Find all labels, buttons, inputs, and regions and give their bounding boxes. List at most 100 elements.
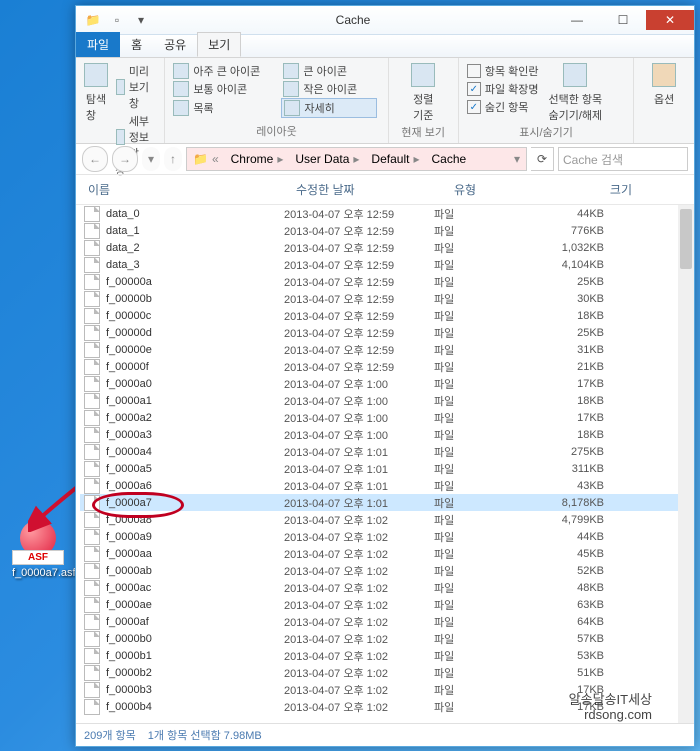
sort-button[interactable]: 정렬 기준	[395, 62, 452, 124]
address-bar[interactable]: 📁« Chrome▸ User Data▸ Default▸ Cache ▾	[186, 147, 527, 171]
file-date: 2013-04-07 오후 1:02	[284, 546, 434, 562]
file-row[interactable]: f_00000b2013-04-07 오후 12:59파일30KB	[80, 290, 690, 307]
file-row[interactable]: f_0000b12013-04-07 오후 1:02파일53KB	[80, 647, 690, 664]
file-date: 2013-04-07 오후 1:01	[284, 461, 434, 477]
file-name: data_2	[106, 242, 140, 254]
folder-icon[interactable]: 📁	[82, 10, 104, 30]
file-row[interactable]: f_0000aa2013-04-07 오후 1:02파일45KB	[80, 545, 690, 562]
header-name[interactable]: 이름	[84, 179, 292, 200]
qat-icon[interactable]: ▫	[106, 10, 128, 30]
file-row[interactable]: f_0000a52013-04-07 오후 1:01파일311KB	[80, 460, 690, 477]
header-date[interactable]: 수정한 날짜	[292, 179, 450, 200]
layout-xlarge[interactable]: 아주 큰 아이콘	[171, 62, 281, 80]
file-row[interactable]: f_0000a72013-04-07 오후 1:01파일8,178KB	[80, 494, 690, 511]
file-row[interactable]: f_00000f2013-04-07 오후 12:59파일21KB	[80, 358, 690, 375]
file-row[interactable]: f_0000a92013-04-07 오후 1:02파일44KB	[80, 528, 690, 545]
file-list[interactable]: data_02013-04-07 오후 12:59파일44KBdata_1201…	[76, 205, 694, 723]
file-type: 파일	[434, 529, 494, 545]
close-button[interactable]: ✕	[646, 10, 694, 30]
file-size: 4,104KB	[494, 259, 604, 271]
file-name: f_00000e	[106, 344, 152, 356]
file-type: 파일	[434, 682, 494, 698]
file-size: 44KB	[494, 208, 604, 220]
header-size[interactable]: 크기	[518, 179, 636, 200]
file-row[interactable]: f_0000a22013-04-07 오후 1:00파일17KB	[80, 409, 690, 426]
ribbon-tabs: 파일 홈 공유 보기	[76, 35, 694, 58]
bc-cache[interactable]: Cache	[425, 148, 472, 170]
file-type: 파일	[434, 665, 494, 681]
file-icon	[84, 682, 100, 698]
file-row[interactable]: f_00000d2013-04-07 오후 12:59파일25KB	[80, 324, 690, 341]
up-button[interactable]: ↑	[164, 147, 182, 171]
hide-selected-button[interactable]: 선택한 항목 숨기기/해제	[547, 62, 605, 124]
options-button[interactable]: 옵션	[640, 62, 688, 108]
file-row[interactable]: data_22013-04-07 오후 12:59파일1,032KB	[80, 239, 690, 256]
file-row[interactable]: data_12013-04-07 오후 12:59파일776KB	[80, 222, 690, 239]
tab-file[interactable]: 파일	[76, 32, 120, 57]
file-type: 파일	[434, 274, 494, 290]
file-date: 2013-04-07 오후 1:02	[284, 665, 434, 681]
file-row[interactable]: f_0000af2013-04-07 오후 1:02파일64KB	[80, 613, 690, 630]
search-input[interactable]: Cache 검색	[558, 147, 688, 171]
history-dropdown[interactable]: ▾	[142, 147, 160, 171]
file-row[interactable]: f_0000a82013-04-07 오후 1:02파일4,799KB	[80, 511, 690, 528]
refresh-button[interactable]: ⟳	[531, 147, 554, 171]
file-row[interactable]: f_0000a02013-04-07 오후 1:00파일17KB	[80, 375, 690, 392]
file-icon	[84, 342, 100, 358]
desktop-file-icon[interactable]: ASF f_0000a7.asf	[12, 520, 64, 579]
scrollbar[interactable]	[678, 205, 694, 723]
layout-large[interactable]: 큰 아이콘	[281, 62, 375, 80]
file-row[interactable]: f_0000a42013-04-07 오후 1:01파일275KB	[80, 443, 690, 460]
file-icon	[84, 274, 100, 290]
file-name: f_0000ac	[106, 582, 151, 594]
file-row[interactable]: f_0000a32013-04-07 오후 1:00파일18KB	[80, 426, 690, 443]
file-size: 17KB	[494, 378, 604, 390]
bc-chrome[interactable]: Chrome▸	[225, 148, 290, 170]
preview-pane-button[interactable]: 미리 보기 창	[114, 62, 158, 112]
address-dropdown-icon[interactable]: ▾	[508, 152, 526, 166]
layout-medium[interactable]: 보통 아이콘	[171, 80, 281, 98]
file-row[interactable]: f_00000e2013-04-07 오후 12:59파일31KB	[80, 341, 690, 358]
qat-dropdown-icon[interactable]: ▾	[130, 10, 152, 30]
file-name: f_0000a6	[106, 480, 152, 492]
file-name: f_00000f	[106, 361, 149, 373]
file-row[interactable]: f_0000b22013-04-07 오후 1:02파일51KB	[80, 664, 690, 681]
file-type: 파일	[434, 512, 494, 528]
file-row[interactable]: f_0000a12013-04-07 오후 1:00파일18KB	[80, 392, 690, 409]
file-row[interactable]: f_0000a62013-04-07 오후 1:01파일43KB	[80, 477, 690, 494]
bc-userdata[interactable]: User Data▸	[289, 148, 365, 170]
file-row[interactable]: f_0000ab2013-04-07 오후 1:02파일52KB	[80, 562, 690, 579]
file-row[interactable]: data_32013-04-07 오후 12:59파일4,104KB	[80, 256, 690, 273]
forward-button[interactable]: →	[112, 146, 138, 172]
checkboxes-toggle[interactable]: 항목 확인란	[465, 62, 541, 80]
file-row[interactable]: f_00000c2013-04-07 오후 12:59파일18KB	[80, 307, 690, 324]
tab-home[interactable]: 홈	[120, 32, 153, 57]
layout-details[interactable]: 자세히	[281, 98, 377, 118]
file-row[interactable]: data_02013-04-07 오후 12:59파일44KB	[80, 205, 690, 222]
nav-bar: ← → ▾ ↑ 📁« Chrome▸ User Data▸ Default▸ C…	[76, 144, 694, 175]
layout-small[interactable]: 작은 아이콘	[281, 80, 375, 98]
tab-view[interactable]: 보기	[197, 32, 241, 57]
tab-share[interactable]: 공유	[153, 32, 197, 57]
file-row[interactable]: f_0000ae2013-04-07 오후 1:02파일63KB	[80, 596, 690, 613]
file-icon	[84, 563, 100, 579]
header-type[interactable]: 유형	[450, 179, 518, 200]
maximize-button[interactable]: ☐	[600, 10, 646, 30]
bc-default[interactable]: Default▸	[365, 148, 425, 170]
file-date: 2013-04-07 오후 12:59	[284, 223, 434, 239]
scrollbar-thumb[interactable]	[680, 209, 692, 269]
file-row[interactable]: f_0000b02013-04-07 오후 1:02파일57KB	[80, 630, 690, 647]
titlebar[interactable]: 📁 ▫ ▾ Cache — ☐ ✕	[76, 6, 694, 35]
layout-list[interactable]: 목록	[171, 98, 281, 118]
file-icon	[84, 529, 100, 545]
file-size: 21KB	[494, 361, 604, 373]
file-type: 파일	[434, 342, 494, 358]
file-type: 파일	[434, 325, 494, 341]
file-row[interactable]: f_00000a2013-04-07 오후 12:59파일25KB	[80, 273, 690, 290]
hidden-toggle[interactable]: ✓숨긴 항목	[465, 98, 541, 116]
extensions-toggle[interactable]: ✓파일 확장명	[465, 80, 541, 98]
minimize-button[interactable]: —	[554, 10, 600, 30]
file-row[interactable]: f_0000ac2013-04-07 오후 1:02파일48KB	[80, 579, 690, 596]
back-button[interactable]: ←	[82, 146, 108, 172]
file-icon	[84, 665, 100, 681]
